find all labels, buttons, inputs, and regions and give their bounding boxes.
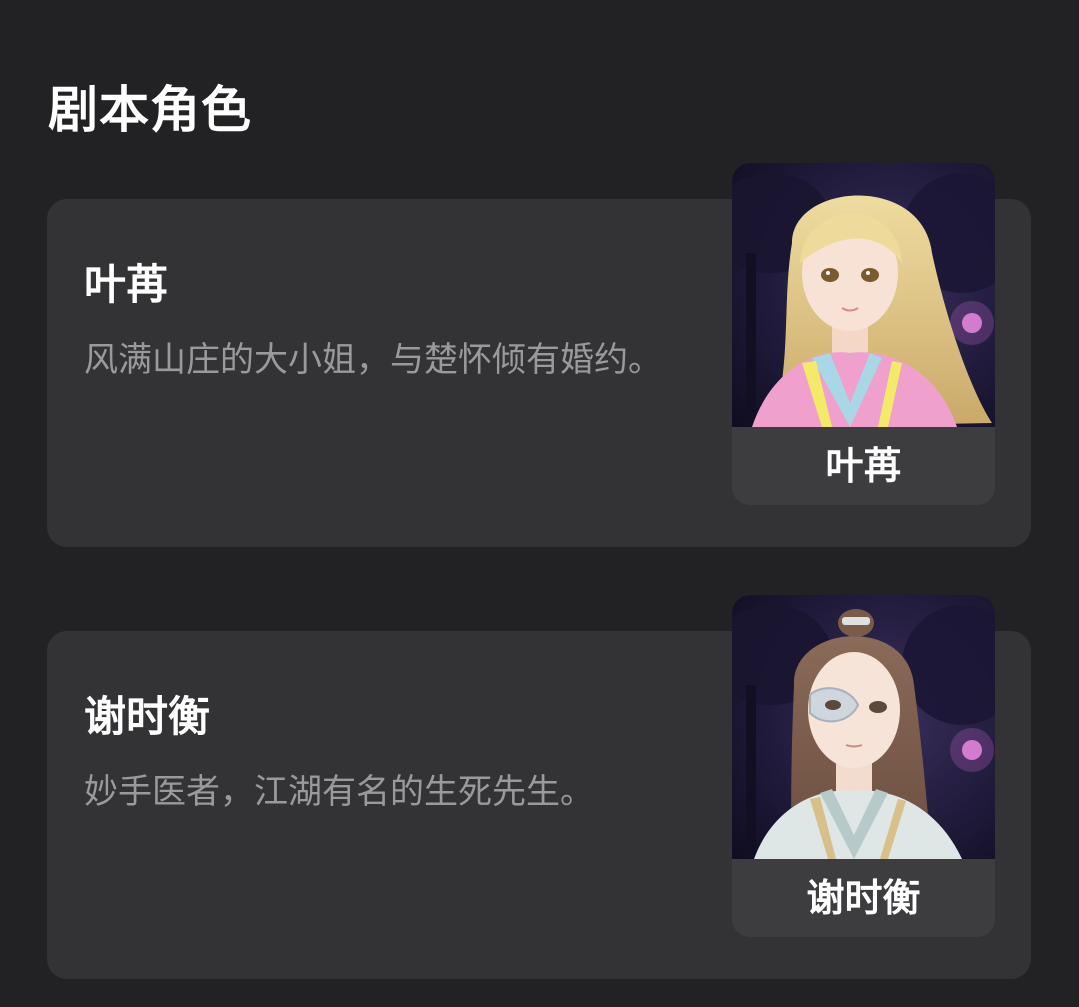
character-name: 谢时衡 [84,692,211,741]
portrait-label: 叶苒 [732,427,995,505]
character-description: 风满山庄的大小姐，与楚怀倾有婚约。 [84,340,662,380]
portrait-label: 谢时衡 [732,859,995,937]
character-name: 叶苒 [84,260,169,309]
character-portrait[interactable]: 谢时衡 [732,595,995,937]
character-description: 妙手医者，江湖有名的生死先生。 [84,772,594,812]
character-portrait-image [732,595,995,859]
character-portrait-image [732,163,995,427]
script-roles-page: 剧本角色 叶苒 风满山庄的大小姐，与楚怀倾有婚约。 叶苒 谢时衡 妙手医者，江湖… [0,0,1079,1007]
character-portrait[interactable]: 叶苒 [732,163,995,505]
section-title: 剧本角色 [48,81,252,139]
